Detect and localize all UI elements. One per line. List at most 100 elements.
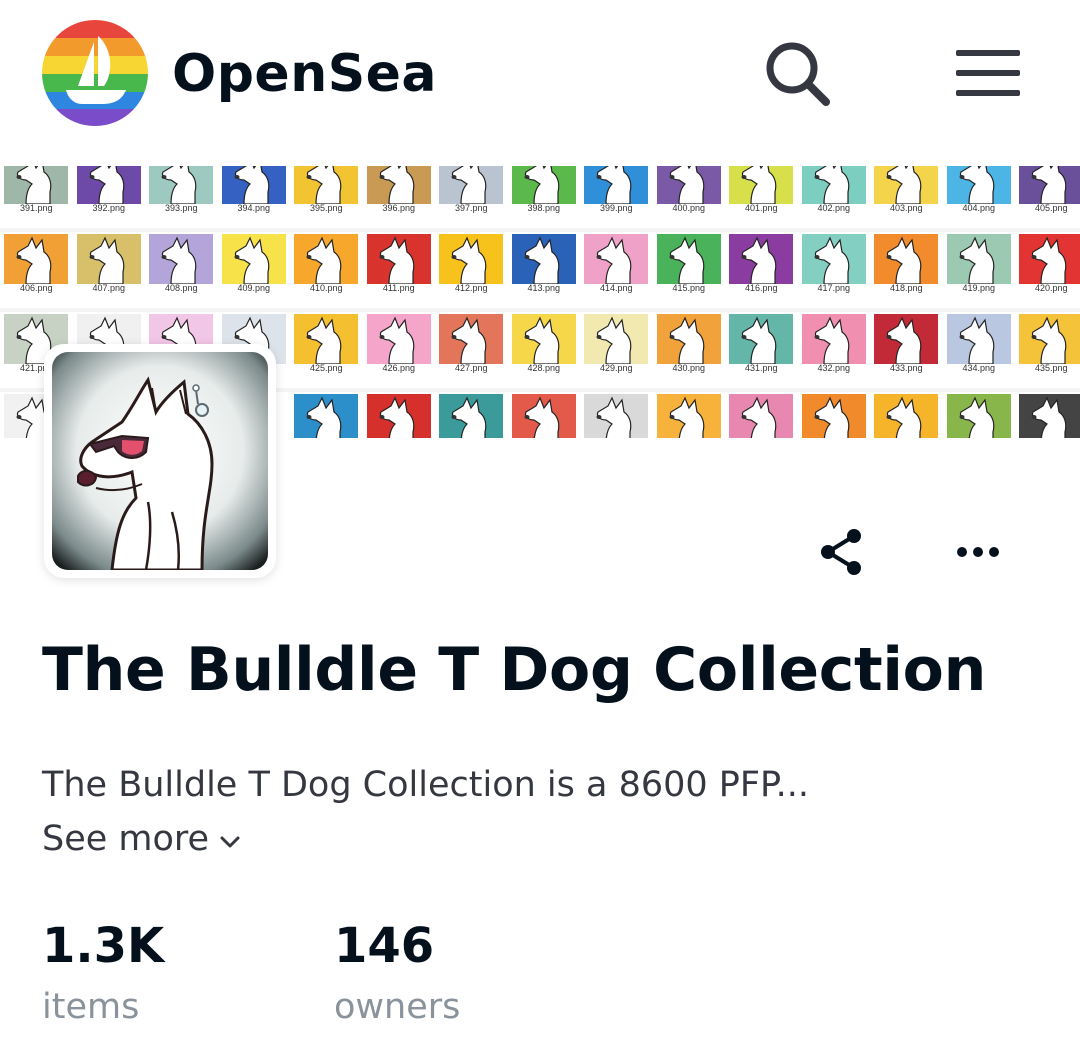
dog-thumbnail-icon xyxy=(656,166,721,204)
banner-tile: 414.png xyxy=(580,232,653,308)
banner-tile-filename: 411.png xyxy=(382,283,415,293)
dog-thumbnail-icon xyxy=(4,166,68,204)
items-count: 1.3K xyxy=(42,918,165,974)
collection-avatar xyxy=(44,344,276,578)
dog-thumbnail-icon xyxy=(366,166,431,204)
banner-tile: 434.png xyxy=(942,312,1015,388)
banner-tile: 418.png xyxy=(870,232,943,308)
dog-thumbnail-icon xyxy=(511,234,576,284)
more-horizontal-icon[interactable] xyxy=(950,532,1006,572)
dog-thumbnail-icon xyxy=(874,166,938,204)
banner-tile: 400.png xyxy=(652,166,725,228)
banner-tile: 399.png xyxy=(580,166,653,228)
banner-tile-filename: 426.png xyxy=(382,363,416,373)
hamburger-menu-icon[interactable] xyxy=(950,44,1026,104)
banner-tile xyxy=(507,392,580,438)
banner-tile-filename: 432.png xyxy=(817,363,851,373)
dog-thumbnail-icon xyxy=(801,166,866,204)
banner-tile-filename: 420.png xyxy=(1034,283,1068,293)
dog-thumbnail-icon xyxy=(729,314,793,364)
dog-thumbnail-icon xyxy=(1019,394,1080,438)
banner-tile-filename: 391.png xyxy=(19,203,53,213)
banner-tile-filename: 419.png xyxy=(962,283,996,293)
banner-tile-filename: 394.png xyxy=(237,203,271,213)
dog-thumbnail-icon xyxy=(76,234,141,284)
top-header: OpenSea xyxy=(0,0,1080,150)
banner-tile xyxy=(725,392,798,438)
dog-thumbnail-icon xyxy=(1019,166,1080,204)
dog-thumbnail-icon xyxy=(366,394,431,438)
dog-thumbnail-icon xyxy=(874,314,938,364)
banner-tile-filename: 403.png xyxy=(889,203,923,213)
banner-tile-filename: 435.png xyxy=(1034,363,1068,373)
dog-thumbnail-icon xyxy=(656,234,721,284)
banner-tile-filename: 396.png xyxy=(382,203,416,213)
banner-tile: 393.png xyxy=(145,166,218,228)
banner-tile xyxy=(1015,392,1080,438)
banner-tile: 403.png xyxy=(870,166,943,228)
banner-tile: 426.png xyxy=(362,312,435,388)
banner-tile-filename: 404.png xyxy=(962,203,996,213)
banner-tile: 428.png xyxy=(507,312,580,388)
banner-tile: 416.png xyxy=(725,232,798,308)
search-icon[interactable] xyxy=(760,38,834,110)
banner-tile-filename: 433.png xyxy=(889,363,923,373)
banner-tile: 435.png xyxy=(1015,312,1080,388)
dog-thumbnail-icon xyxy=(729,234,793,284)
dog-thumbnail-icon xyxy=(584,166,648,204)
dog-thumbnail-icon xyxy=(946,394,1011,438)
dog-thumbnail-icon xyxy=(294,166,358,204)
dog-thumbnail-icon xyxy=(511,314,576,364)
banner-tile: 433.png xyxy=(870,312,943,388)
dog-thumbnail-icon xyxy=(76,166,141,204)
dog-thumbnail-icon xyxy=(1019,234,1080,284)
banner-tile: 394.png xyxy=(217,166,290,228)
banner-tile: 404.png xyxy=(942,166,1015,228)
banner-tile-filename: 431.png xyxy=(744,363,778,373)
banner-tile-filename: 416.png xyxy=(744,283,778,293)
dog-thumbnail-icon xyxy=(149,166,213,204)
banner-tile xyxy=(362,392,435,438)
banner-row: 391.png 392.png 393.png 394.png 395.png 396.p… xyxy=(0,166,1080,228)
dog-thumbnail-icon xyxy=(874,234,938,284)
banner-tile: 432.png xyxy=(797,312,870,388)
banner-tile xyxy=(435,392,508,438)
owners-count: 146 xyxy=(334,918,435,974)
chevron-down-icon xyxy=(219,816,241,862)
see-more-button[interactable]: See more xyxy=(42,816,241,862)
banner-tile-filename: 395.png xyxy=(309,203,343,213)
banner-tile-filename: 410.png xyxy=(309,283,343,293)
banner-tile-filename: 406.png xyxy=(19,283,53,293)
banner-tile: 397.png xyxy=(435,166,508,228)
banner-tile-filename: 409.png xyxy=(237,283,271,293)
dog-thumbnail-icon xyxy=(946,166,1011,204)
banner-tile xyxy=(652,392,725,438)
dog-thumbnail-icon xyxy=(439,166,503,204)
dog-thumbnail-icon xyxy=(294,314,358,364)
dog-thumbnail-icon xyxy=(149,234,213,284)
stat-items: 1.3K items xyxy=(42,916,164,1032)
banner-tile: 396.png xyxy=(362,166,435,228)
banner-tile: 417.png xyxy=(797,232,870,308)
dog-thumbnail-icon xyxy=(4,234,68,284)
banner-tile-filename: 405.png xyxy=(1034,203,1068,213)
dog-thumbnail-icon xyxy=(946,314,1011,364)
opensea-logo-icon[interactable] xyxy=(42,20,148,126)
dog-thumbnail-icon xyxy=(584,314,648,364)
dog-thumbnail-icon xyxy=(656,314,721,364)
dog-thumbnail-icon xyxy=(366,234,431,284)
banner-tile-filename: 418.png xyxy=(889,283,923,293)
banner-tile-filename: 429.png xyxy=(599,363,633,373)
share-icon[interactable] xyxy=(812,522,872,582)
banner-tile-filename: 401.png xyxy=(744,203,778,213)
dog-thumbnail-icon xyxy=(439,234,503,284)
brand-name[interactable]: OpenSea xyxy=(172,40,437,108)
banner-tile: 429.png xyxy=(580,312,653,388)
banner-tile-filename: 427.png xyxy=(454,363,488,373)
banner-tile-filename: 408.png xyxy=(164,283,198,293)
bull-terrier-sunglasses-avatar xyxy=(52,352,268,570)
dog-thumbnail-icon xyxy=(801,394,866,438)
banner-tile-filename: 400.png xyxy=(672,203,706,213)
dog-thumbnail-icon xyxy=(439,314,503,364)
dog-thumbnail-icon xyxy=(366,314,431,364)
